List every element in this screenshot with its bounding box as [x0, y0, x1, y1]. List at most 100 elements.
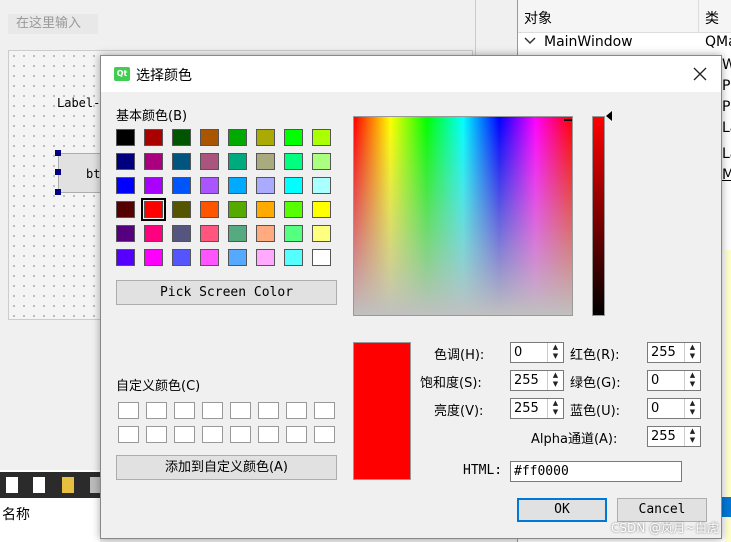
delete-icon[interactable] [90, 477, 100, 493]
custom-color-swatch[interactable] [118, 426, 139, 443]
hue-spinbox[interactable]: 0 ▲ ▼ [510, 342, 564, 363]
luminance-slider[interactable] [592, 116, 605, 316]
spin-arrows-icon[interactable]: ▲ ▼ [684, 427, 700, 446]
basic-color-swatch[interactable] [228, 249, 247, 266]
basic-color-swatch[interactable] [312, 129, 331, 146]
basic-color-swatch[interactable] [141, 198, 166, 221]
new-file-icon[interactable] [6, 477, 18, 493]
basic-color-swatch[interactable] [284, 177, 303, 194]
basic-color-swatch[interactable] [228, 201, 247, 218]
basic-color-swatch[interactable] [200, 225, 219, 242]
value-spinbox[interactable]: 255 ▲ ▼ [510, 398, 564, 419]
saturation-spinbox[interactable]: 255 ▲ ▼ [510, 370, 564, 391]
custom-color-swatch[interactable] [314, 402, 335, 419]
basic-color-swatch[interactable] [312, 177, 331, 194]
basic-color-swatch[interactable] [256, 129, 275, 146]
alpha-spinbox[interactable]: 255 ▲ ▼ [647, 426, 701, 447]
custom-color-swatch[interactable] [314, 426, 335, 443]
basic-color-swatch[interactable] [284, 153, 303, 170]
custom-color-swatch[interactable] [230, 426, 251, 443]
basic-color-swatch[interactable] [200, 129, 219, 146]
hue-saturation-picker[interactable] [353, 116, 573, 316]
search-hint[interactable]: 在这里输入 [8, 14, 98, 34]
luminance-arrow-icon[interactable] [606, 111, 612, 121]
basic-color-swatch[interactable] [144, 129, 163, 146]
basic-color-swatch[interactable] [256, 249, 275, 266]
open-file-icon[interactable] [33, 477, 45, 493]
basic-color-swatch[interactable] [284, 249, 303, 266]
selection-handle[interactable] [55, 189, 61, 195]
basic-color-swatch[interactable] [116, 129, 135, 146]
basic-color-swatch[interactable] [116, 177, 135, 194]
basic-color-swatch[interactable] [200, 201, 219, 218]
basic-color-swatch[interactable] [228, 129, 247, 146]
basic-color-swatch[interactable] [228, 177, 247, 194]
basic-color-swatch[interactable] [256, 177, 275, 194]
tree-item-mainwindow[interactable]: MainWindow [524, 34, 633, 50]
basic-color-swatch[interactable] [172, 249, 191, 266]
custom-color-swatch[interactable] [258, 402, 279, 419]
custom-color-swatch[interactable] [146, 402, 167, 419]
column-divider[interactable] [698, 0, 699, 32]
selection-handle[interactable] [55, 150, 61, 156]
blue-spinbox[interactable]: 0 ▲ ▼ [647, 398, 701, 419]
chevron-down-icon[interactable] [524, 36, 536, 46]
custom-color-swatch[interactable] [202, 402, 223, 419]
custom-color-swatch[interactable] [230, 402, 251, 419]
custom-color-swatch[interactable] [174, 426, 195, 443]
basic-color-swatch[interactable] [144, 225, 163, 242]
basic-color-swatch[interactable] [228, 225, 247, 242]
basic-color-swatch[interactable] [256, 225, 275, 242]
resource-icon[interactable] [62, 477, 74, 493]
custom-color-swatch[interactable] [118, 402, 139, 419]
basic-color-swatch[interactable] [284, 225, 303, 242]
pick-screen-color-button[interactable]: Pick Screen Color [116, 280, 337, 305]
basic-color-swatch[interactable] [172, 129, 191, 146]
custom-color-swatch[interactable] [286, 402, 307, 419]
custom-color-swatch[interactable] [202, 426, 223, 443]
button-widget[interactable]: bt [58, 153, 104, 193]
basic-color-swatch[interactable] [284, 129, 303, 146]
picker-crosshair[interactable] [564, 119, 572, 129]
basic-color-swatch[interactable] [116, 201, 135, 218]
custom-color-swatch[interactable] [258, 426, 279, 443]
basic-color-swatch[interactable] [144, 249, 163, 266]
basic-color-swatch[interactable] [312, 225, 331, 242]
label-widget[interactable]: Label- [57, 96, 100, 110]
column-class[interactable]: 类 [705, 8, 719, 28]
basic-color-swatch[interactable] [116, 153, 135, 170]
custom-color-swatch[interactable] [286, 426, 307, 443]
basic-color-swatch[interactable] [284, 201, 303, 218]
basic-color-swatch[interactable] [312, 201, 331, 218]
basic-color-swatch[interactable] [116, 225, 135, 242]
basic-color-swatch[interactable] [200, 153, 219, 170]
basic-color-swatch[interactable] [228, 153, 247, 170]
spin-arrows-icon[interactable]: ▲ ▼ [547, 371, 563, 390]
basic-color-swatch[interactable] [256, 201, 275, 218]
html-color-input[interactable]: #ff0000 [510, 461, 682, 482]
spin-arrows-icon[interactable]: ▲ ▼ [684, 371, 700, 390]
close-button[interactable] [687, 62, 713, 86]
spin-arrows-icon[interactable]: ▲ ▼ [547, 343, 563, 362]
selection-handle[interactable] [55, 169, 61, 175]
basic-color-swatch[interactable] [200, 249, 219, 266]
custom-color-swatch[interactable] [146, 426, 167, 443]
basic-color-swatch[interactable] [172, 225, 191, 242]
basic-color-swatch[interactable] [144, 153, 163, 170]
basic-color-swatch[interactable] [312, 153, 331, 170]
ok-button[interactable]: OK [517, 498, 607, 522]
basic-color-swatch[interactable] [144, 177, 163, 194]
basic-color-swatch[interactable] [312, 249, 331, 266]
basic-color-swatch[interactable] [256, 153, 275, 170]
basic-color-swatch[interactable] [116, 249, 135, 266]
spin-arrows-icon[interactable]: ▲ ▼ [684, 343, 700, 362]
add-custom-color-button[interactable]: 添加到自定义颜色(A) [116, 455, 337, 480]
custom-color-swatch[interactable] [174, 402, 195, 419]
green-spinbox[interactable]: 0 ▲ ▼ [647, 370, 701, 391]
basic-color-swatch[interactable] [172, 153, 191, 170]
basic-color-swatch[interactable] [200, 177, 219, 194]
spin-arrows-icon[interactable]: ▲ ▼ [547, 399, 563, 418]
spin-arrows-icon[interactable]: ▲ ▼ [684, 399, 700, 418]
red-spinbox[interactable]: 255 ▲ ▼ [647, 342, 701, 363]
basic-color-swatch[interactable] [172, 177, 191, 194]
